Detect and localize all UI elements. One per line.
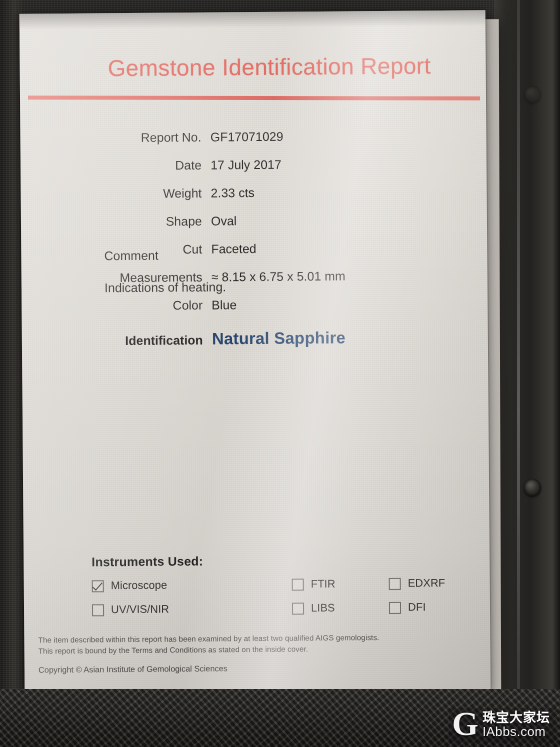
page-title: Gemstone Identification Report bbox=[107, 52, 431, 82]
screw-icon bbox=[524, 479, 541, 496]
checkbox-checked-icon[interactable] bbox=[91, 580, 104, 593]
field-row-measurements: Measurements ≈ 8.15 x 6.75 x 5.01 mm bbox=[21, 268, 487, 300]
comment-label: Comment bbox=[104, 248, 159, 264]
instrument-label: LIBS bbox=[310, 602, 335, 615]
watermark: G 珠宝大家坛 IAbbs.com bbox=[449, 706, 556, 744]
field-row-cut: Cut Faceted bbox=[21, 240, 487, 272]
field-row-date: Date 17 July 2017 bbox=[20, 156, 486, 188]
instrument-microscope[interactable]: Microscope bbox=[91, 579, 292, 593]
field-label: Date bbox=[175, 158, 202, 173]
instrument-libs[interactable]: LIBS bbox=[291, 602, 389, 615]
field-value: GF17071029 bbox=[210, 129, 284, 145]
field-label: Color bbox=[172, 298, 203, 313]
field-row-shape: Shape Oval bbox=[21, 212, 487, 244]
checkbox-icon[interactable] bbox=[291, 578, 304, 591]
comment-text: Indications of heating. bbox=[104, 280, 227, 296]
binder-rail-right bbox=[494, 0, 560, 747]
footer: The item described within this report ha… bbox=[38, 631, 468, 675]
instrument-label: UV/VIS/NIR bbox=[110, 603, 170, 617]
rail-highlight bbox=[517, 0, 520, 747]
identification-value: Natural Sapphire bbox=[211, 329, 346, 349]
watermark-chinese: 珠宝大家坛 bbox=[482, 709, 550, 725]
watermark-text: 珠宝大家坛 IAbbs.com bbox=[482, 709, 550, 740]
instrument-label: DFI bbox=[407, 601, 426, 614]
instruments-title: Instruments Used: bbox=[91, 554, 204, 570]
field-value: ≈ 8.15 x 6.75 x 5.01 mm bbox=[211, 269, 346, 285]
field-value: 17 July 2017 bbox=[210, 157, 282, 173]
watermark-logo-icon: G bbox=[452, 706, 479, 744]
footer-disclaimer-line-2: This report is bound by the Terms and Co… bbox=[38, 644, 309, 656]
instrument-label: Microscope bbox=[110, 579, 168, 593]
instrument-edxrf[interactable]: EDXRF bbox=[388, 577, 452, 590]
instrument-dfi[interactable]: DFI bbox=[388, 601, 452, 614]
field-label: Weight bbox=[163, 186, 202, 201]
instrument-ftir[interactable]: FTIR bbox=[291, 578, 389, 591]
instrument-label: EDXRF bbox=[407, 577, 446, 590]
field-label: Report No. bbox=[140, 130, 202, 145]
field-value: Faceted bbox=[211, 241, 257, 257]
field-row-identification: Identification Natural Sapphire bbox=[22, 328, 488, 368]
screenshot-stage: Gemstone Identification Report Report No… bbox=[0, 0, 560, 747]
identification-label: Identification bbox=[125, 333, 203, 349]
field-value: Blue bbox=[211, 298, 237, 313]
checkbox-icon[interactable] bbox=[388, 601, 402, 614]
checkbox-icon[interactable] bbox=[388, 577, 401, 590]
checkbox-icon[interactable] bbox=[91, 604, 105, 617]
instrument-label: FTIR bbox=[310, 578, 336, 591]
certificate-content: Gemstone Identification Report Report No… bbox=[19, 10, 490, 694]
watermark-domain: IAbbs.com bbox=[482, 724, 546, 740]
instruments-grid: Microscope FTIR EDXRF UV/VIS/NIR LIBS DF… bbox=[91, 577, 452, 617]
field-list: Report No. GF17071029 Date 17 July 2017 … bbox=[20, 128, 488, 368]
instrument-uvvisnir[interactable]: UV/VIS/NIR bbox=[91, 603, 292, 617]
footer-copyright: Copyright © Asian Institute of Gemologic… bbox=[38, 664, 228, 675]
field-row-report-no: Report No. GF17071029 bbox=[20, 128, 486, 160]
field-value: 2.33 cts bbox=[210, 185, 255, 201]
field-value: Oval bbox=[210, 214, 237, 229]
checkbox-icon[interactable] bbox=[291, 602, 305, 615]
screw-icon bbox=[524, 86, 541, 103]
field-row-color: Color Blue bbox=[22, 296, 488, 328]
certificate-paper: Gemstone Identification Report Report No… bbox=[19, 10, 491, 694]
header-divider bbox=[28, 95, 481, 101]
instruments-section: Instruments Used: Microscope FTIR EDXRF bbox=[91, 552, 452, 617]
field-row-weight: Weight 2.33 cts bbox=[21, 184, 487, 216]
field-label: Shape bbox=[165, 214, 203, 229]
